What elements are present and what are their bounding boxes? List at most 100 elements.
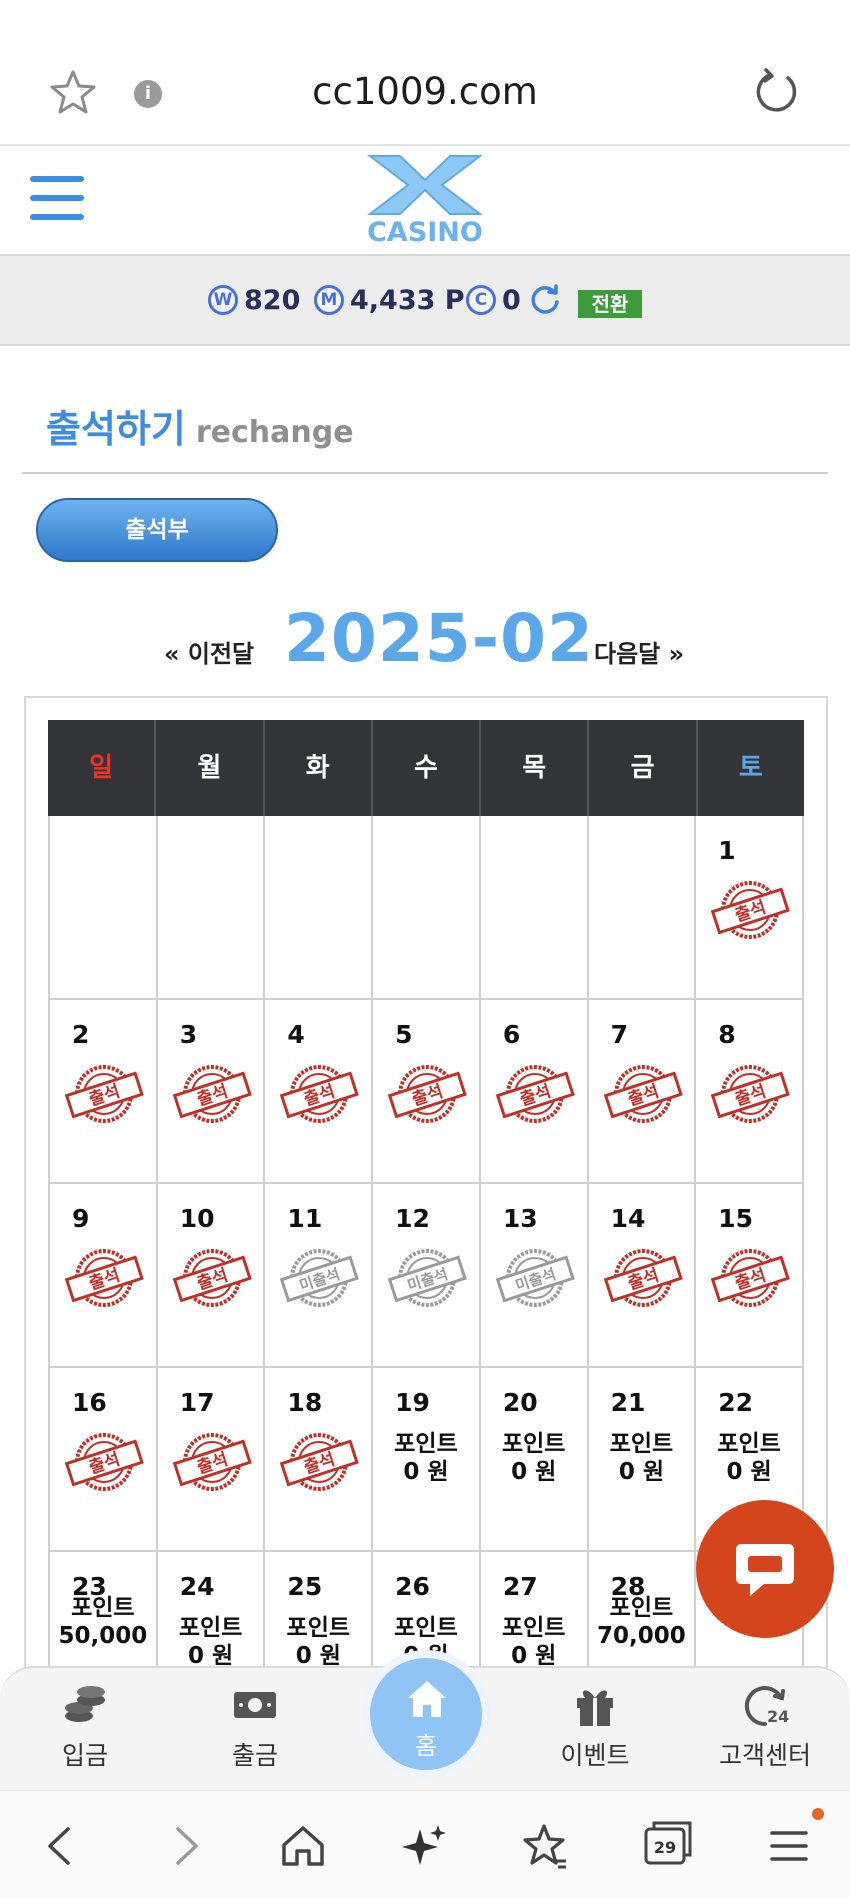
calendar-empty-cell xyxy=(588,816,697,1000)
hamburger-icon[interactable] xyxy=(30,176,84,224)
attended-stamp-icon: 출석 xyxy=(280,1065,360,1123)
calendar-day-18[interactable]: 18 출석 xyxy=(265,1368,374,1552)
day-number: 4 xyxy=(287,1020,305,1049)
home-browser-icon[interactable] xyxy=(278,1821,328,1871)
calendar-day-12[interactable]: 12 미출석 xyxy=(373,1184,481,1368)
day-number: 19 xyxy=(395,1388,430,1417)
nav-withdraw[interactable]: 출금 xyxy=(180,1682,330,1772)
calendar-day-10[interactable]: 10 출석 xyxy=(157,1184,266,1368)
coin-balance: C 0 xyxy=(466,282,561,318)
back-icon[interactable] xyxy=(36,1821,86,1871)
mileage-value: 4,433 P xyxy=(350,284,465,316)
chat-button[interactable] xyxy=(696,1500,834,1638)
weekday-header-0: 일 xyxy=(48,720,157,816)
nav-event[interactable]: 이벤트 xyxy=(520,1682,670,1772)
calendar-empty-cell xyxy=(50,816,158,1000)
points-label: 포인트 xyxy=(717,1431,781,1457)
day-number: 20 xyxy=(502,1388,538,1417)
attended-stamp-icon: 출석 xyxy=(280,1433,360,1491)
points-value: 0 원 xyxy=(511,1459,557,1485)
nav-deposit[interactable]: 입금 xyxy=(10,1682,160,1772)
notification-dot xyxy=(812,1808,824,1820)
attended-stamp-icon: 출석 xyxy=(603,1065,683,1123)
calendar-day-6[interactable]: 6 출석 xyxy=(480,1000,589,1184)
nav-support[interactable]: 24 고객센터 xyxy=(690,1682,840,1772)
calendar-day-11[interactable]: 11 미출석 xyxy=(265,1184,374,1368)
prev-month-link[interactable]: « 이전달 xyxy=(164,634,254,669)
coin-icon: C xyxy=(466,285,496,315)
title-divider xyxy=(22,472,828,474)
logo-mark-icon xyxy=(367,155,483,215)
points-value: 50,000 xyxy=(58,1623,148,1649)
sparkle-icon[interactable] xyxy=(400,1821,450,1871)
logo-text: CASINO xyxy=(367,217,483,248)
day-points: 포인트0 원 xyxy=(265,1614,371,1670)
calendar-day-15[interactable]: 15 출석 xyxy=(696,1184,804,1368)
day-points: 포인트0 원 xyxy=(696,1430,802,1486)
switch-button[interactable]: 전환 xyxy=(578,290,642,318)
calendar-day-1[interactable]: 1 출석 xyxy=(696,816,804,1000)
calendar-day-3[interactable]: 3 출석 xyxy=(157,1000,266,1184)
day-number: 13 xyxy=(502,1204,538,1233)
casino-logo[interactable]: CASINO xyxy=(360,152,490,248)
home-icon xyxy=(408,1681,446,1717)
tab-count: 29 xyxy=(653,1838,677,1857)
weekday-header-4: 목 xyxy=(481,720,590,816)
day-number: 15 xyxy=(718,1204,754,1233)
calendar-day-14[interactable]: 14 출석 xyxy=(588,1184,697,1368)
day-number: 9 xyxy=(72,1204,90,1233)
nav-deposit-label: 입금 xyxy=(61,1741,108,1770)
forward-icon[interactable] xyxy=(160,1821,210,1871)
calendar-day-13[interactable]: 13 미출석 xyxy=(480,1184,589,1368)
attended-stamp-icon: 출석 xyxy=(172,1065,252,1123)
day-number: 17 xyxy=(179,1388,215,1417)
attended-stamp-icon: 출석 xyxy=(711,881,791,939)
calendar-day-17[interactable]: 17 출석 xyxy=(157,1368,266,1552)
nav-support-label: 고객센터 xyxy=(718,1741,811,1770)
attended-stamp-icon: 출석 xyxy=(64,1249,144,1307)
calendar-day-9[interactable]: 9 출석 xyxy=(50,1184,158,1368)
attended-stamp-icon: 출석 xyxy=(64,1433,144,1491)
points-value: 0 원 xyxy=(618,1459,664,1485)
calendar-day-16[interactable]: 16 출석 xyxy=(50,1368,158,1552)
calendar-day-19[interactable]: 19 포인트 0 원 xyxy=(373,1368,481,1552)
day-points: 포인트 50,000 xyxy=(50,1594,156,1650)
day-points: 포인트0 원 xyxy=(373,1430,479,1486)
calendar-day-5[interactable]: 5 출석 xyxy=(373,1000,481,1184)
tabs-icon[interactable]: 29 xyxy=(642,1817,696,1871)
day-number: 16 xyxy=(72,1388,107,1417)
bookmarks-icon[interactable] xyxy=(520,1821,570,1871)
weekday-header-3: 수 xyxy=(373,720,482,816)
attendance-book-button[interactable]: 출석부 xyxy=(36,498,278,562)
calendar-day-8[interactable]: 8 출석 xyxy=(696,1000,804,1184)
attended-stamp-icon: 출석 xyxy=(495,1065,575,1123)
attendance-title: 출석하기 rechange xyxy=(46,398,354,453)
day-number: 14 xyxy=(610,1204,646,1233)
calendar-day-20[interactable]: 20 포인트 0 원 xyxy=(480,1368,589,1552)
won-icon: W xyxy=(208,285,238,315)
refresh-icon[interactable] xyxy=(529,284,561,316)
calendar-day-2[interactable]: 2 출석 xyxy=(50,1000,158,1184)
day-number: 27 xyxy=(502,1572,538,1601)
calendar-day-7[interactable]: 7 출석 xyxy=(588,1000,697,1184)
points-value: 70,000 xyxy=(597,1623,686,1649)
calendar-empty-cell xyxy=(480,816,589,1000)
day-number: 22 xyxy=(718,1388,754,1417)
missed-stamp-icon: 미출석 xyxy=(387,1249,467,1307)
browser-url-bar: i cc1009.com xyxy=(0,0,850,146)
day-points: 포인트0 원 xyxy=(481,1430,587,1486)
day-points: 포인트 70,000 xyxy=(589,1594,695,1650)
attended-stamp-icon: 출석 xyxy=(387,1065,467,1123)
reload-icon[interactable] xyxy=(752,68,800,116)
nav-home[interactable]: 홈 xyxy=(362,1650,490,1778)
next-month-link[interactable]: 다음달 » xyxy=(594,634,684,669)
missed-stamp-icon: 미출석 xyxy=(280,1249,360,1307)
day-number: 26 xyxy=(395,1572,430,1601)
menu-icon[interactable] xyxy=(764,1821,814,1871)
url-text[interactable]: cc1009.com xyxy=(0,70,850,113)
calendar-day-4[interactable]: 4 출석 xyxy=(265,1000,374,1184)
points-label: 포인트 xyxy=(609,1595,674,1621)
calendar-day-21[interactable]: 21 포인트 0 원 xyxy=(588,1368,697,1552)
attended-stamp-icon: 출석 xyxy=(711,1065,791,1123)
month-navigation: « 이전달 2025-02 다음달 » xyxy=(0,600,850,680)
